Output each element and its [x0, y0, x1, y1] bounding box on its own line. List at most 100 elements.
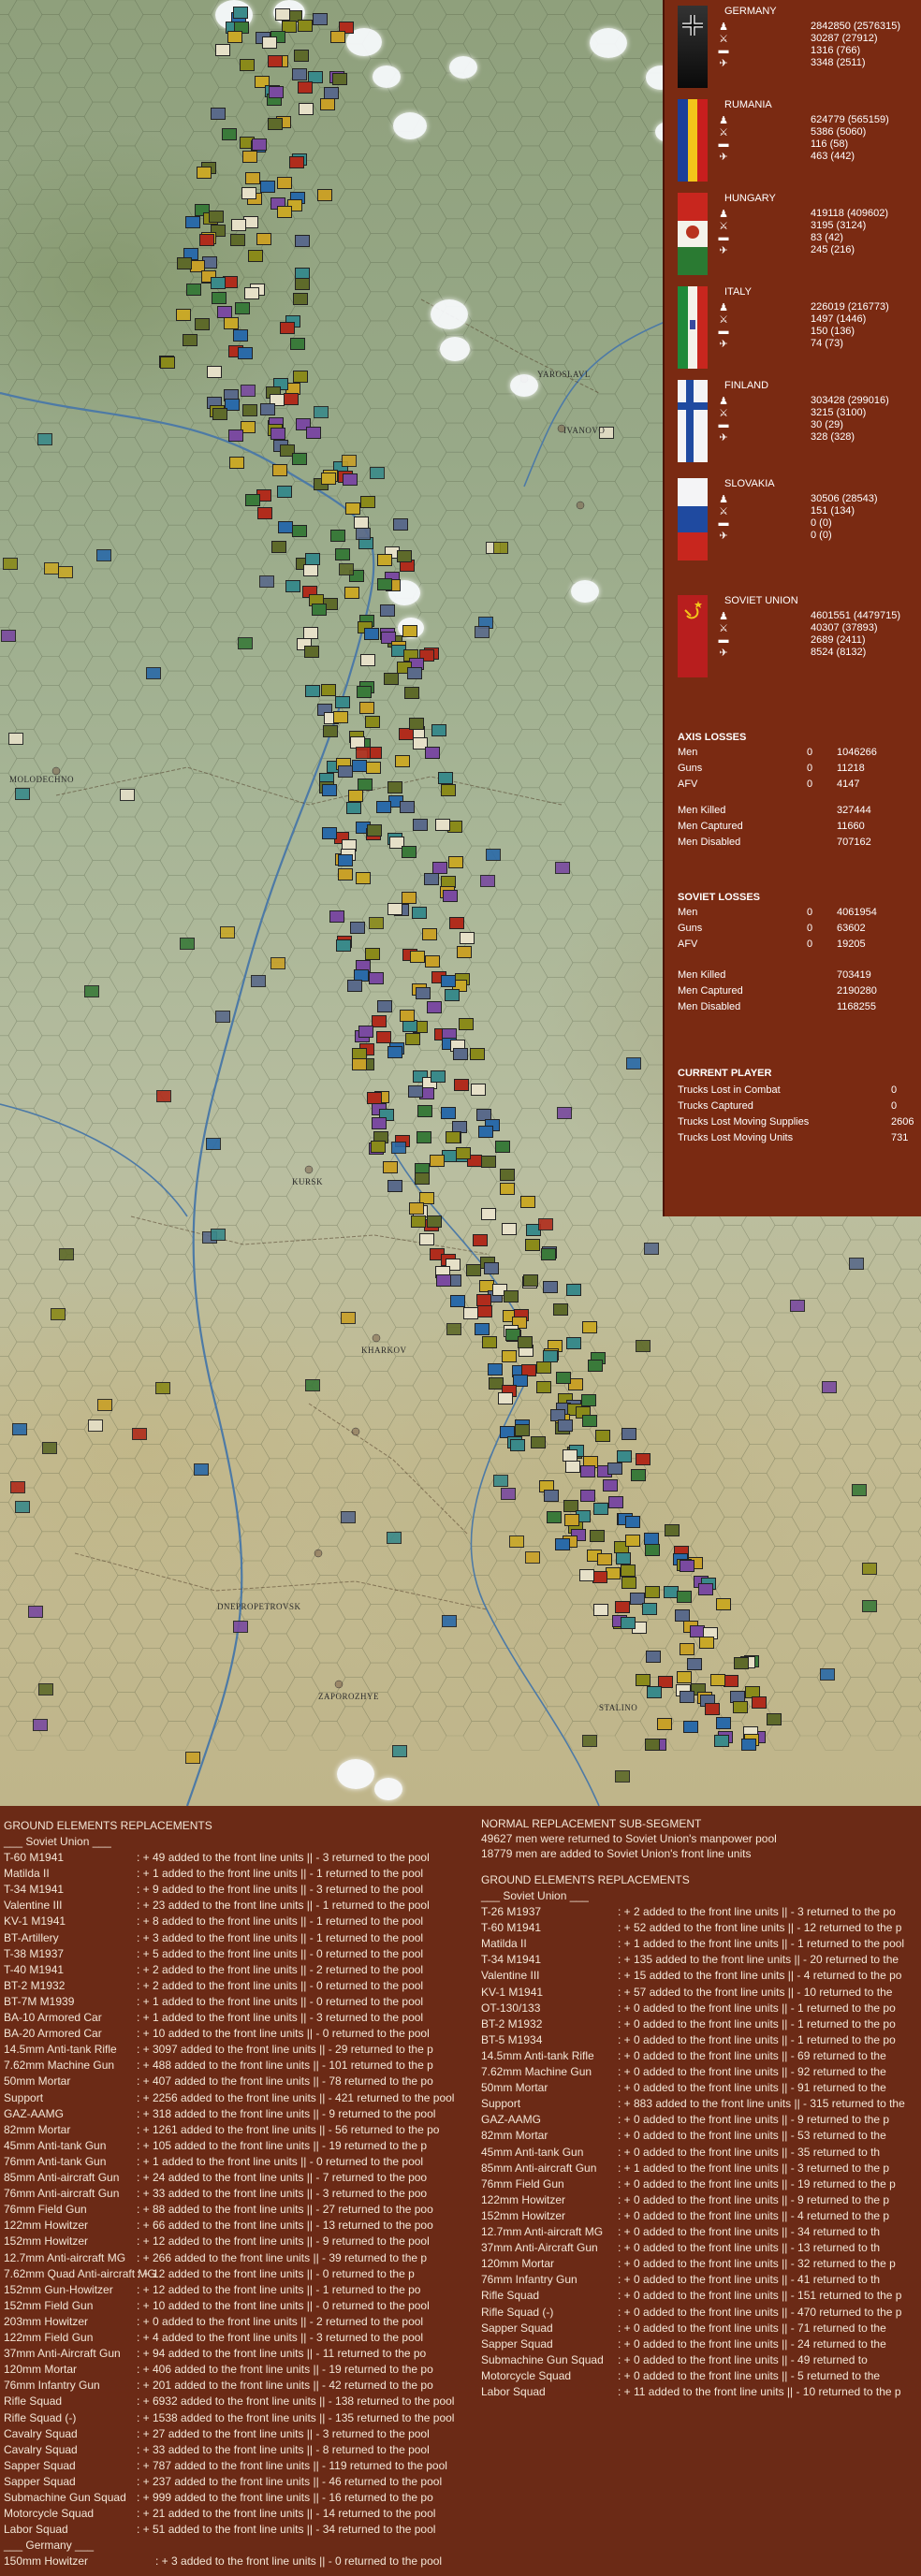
map-hex[interactable] [563, 116, 599, 147]
map-hex[interactable] [437, 1414, 473, 1445]
finnish-unit-counter[interactable] [478, 1126, 493, 1138]
map-hex[interactable] [134, 364, 169, 395]
map-hex[interactable] [159, 1108, 195, 1139]
map-hex[interactable] [159, 991, 195, 1022]
map-hex[interactable] [816, 1721, 852, 1751]
map-hex[interactable] [260, 1225, 296, 1255]
map-hex[interactable] [412, 378, 447, 409]
rumanian-unit-counter[interactable] [410, 951, 425, 963]
map-hex[interactable] [412, 58, 447, 88]
map-hex[interactable] [867, 1254, 902, 1285]
map-hex[interactable] [210, 1108, 245, 1139]
map-hex[interactable] [614, 1633, 650, 1664]
map-hex[interactable] [488, 247, 523, 278]
soviet-unit-counter[interactable] [636, 1674, 651, 1686]
map-hex[interactable] [412, 1662, 447, 1693]
map-hex[interactable] [0, 1210, 18, 1241]
hungarian-unit-counter[interactable] [268, 118, 283, 130]
hungarian-unit-counter[interactable] [500, 1169, 515, 1181]
map-hex[interactable] [513, 554, 548, 584]
map-hex[interactable] [538, 510, 574, 541]
soviet-unit-counter[interactable] [289, 156, 304, 168]
map-hex[interactable] [589, 451, 624, 482]
map-hex[interactable] [33, 685, 68, 716]
map-hex[interactable] [387, 451, 422, 482]
map-hex[interactable] [614, 670, 650, 701]
map-hex[interactable] [184, 1298, 220, 1328]
map-hex[interactable] [614, 1371, 650, 1401]
axis-unit-counter[interactable] [120, 789, 135, 801]
map-hex[interactable] [538, 72, 574, 103]
map-hex[interactable] [33, 247, 68, 278]
map-hex[interactable] [412, 466, 447, 497]
map-hex[interactable] [538, 831, 574, 862]
map-hex[interactable] [311, 962, 346, 993]
map-hex[interactable] [0, 947, 18, 978]
map-hex[interactable] [690, 1473, 725, 1503]
map-hex[interactable] [33, 1268, 68, 1299]
german-unit-counter[interactable] [313, 13, 328, 25]
map-hex[interactable] [513, 87, 548, 117]
map-hex[interactable] [488, 393, 523, 424]
map-hex[interactable] [0, 247, 18, 278]
map-hex[interactable] [33, 743, 68, 774]
axis-unit-counter[interactable] [336, 939, 351, 952]
map-hex[interactable] [33, 481, 68, 511]
map-hex[interactable] [7, 1692, 43, 1722]
soviet-unit-counter[interactable] [597, 1553, 612, 1565]
map-hex[interactable] [766, 1487, 801, 1518]
map-hex[interactable] [816, 1604, 852, 1635]
map-hex[interactable] [766, 1341, 801, 1372]
map-hex[interactable] [892, 1589, 921, 1620]
map-hex[interactable] [766, 1371, 801, 1401]
map-hex[interactable] [816, 1312, 852, 1343]
italian-unit-counter[interactable] [852, 1484, 867, 1496]
rumanian-unit-counter[interactable] [395, 755, 410, 767]
rumanian-unit-counter[interactable] [716, 1598, 731, 1610]
map-hex[interactable] [538, 977, 574, 1007]
axis-unit-counter[interactable] [493, 1475, 508, 1487]
map-hex[interactable] [159, 583, 195, 614]
hungarian-unit-counter[interactable] [553, 1303, 568, 1316]
map-hex[interactable] [614, 612, 650, 643]
map-hex[interactable] [0, 597, 18, 628]
map-hex[interactable] [538, 743, 574, 774]
soviet-unit-counter[interactable] [645, 1586, 660, 1598]
map-hex[interactable] [437, 1210, 473, 1241]
axis-unit-counter[interactable] [303, 564, 318, 576]
german-unit-counter[interactable] [341, 1511, 356, 1523]
map-hex[interactable] [184, 772, 220, 803]
hungarian-unit-counter[interactable] [504, 1290, 519, 1303]
map-hex[interactable] [387, 481, 422, 511]
map-hex[interactable] [83, 364, 119, 395]
axis-unit-counter[interactable] [211, 277, 226, 289]
map-hex[interactable] [285, 714, 321, 745]
map-hex[interactable] [83, 510, 119, 541]
map-hex[interactable] [58, 1692, 94, 1722]
map-hex[interactable] [184, 977, 220, 1007]
map-hex[interactable] [311, 1429, 346, 1460]
map-hex[interactable] [412, 262, 447, 293]
axis-unit-counter[interactable] [616, 1552, 631, 1565]
map-hex[interactable] [109, 58, 144, 88]
map-hex[interactable] [766, 1225, 801, 1255]
rumanian-unit-counter[interactable] [625, 1535, 640, 1547]
map-hex[interactable] [83, 772, 119, 803]
map-hex[interactable] [488, 889, 523, 920]
map-hex[interactable] [462, 1692, 498, 1722]
map-hex[interactable] [488, 1006, 523, 1037]
map-hex[interactable] [589, 539, 624, 570]
axis-unit-counter[interactable] [211, 1229, 226, 1241]
map-hex[interactable] [109, 1341, 144, 1372]
map-hex[interactable] [83, 1502, 119, 1533]
map-hex[interactable] [260, 874, 296, 905]
italian-unit-counter[interactable] [677, 1591, 692, 1603]
map-hex[interactable] [0, 14, 18, 45]
map-hex[interactable] [33, 977, 68, 1007]
map-hex[interactable] [589, 1093, 624, 1124]
map-hex[interactable] [260, 1196, 296, 1226]
map-hex[interactable] [184, 1093, 220, 1124]
map-hex[interactable] [235, 831, 270, 862]
map-hex[interactable] [0, 1123, 18, 1153]
axis-unit-counter[interactable] [233, 1621, 248, 1633]
